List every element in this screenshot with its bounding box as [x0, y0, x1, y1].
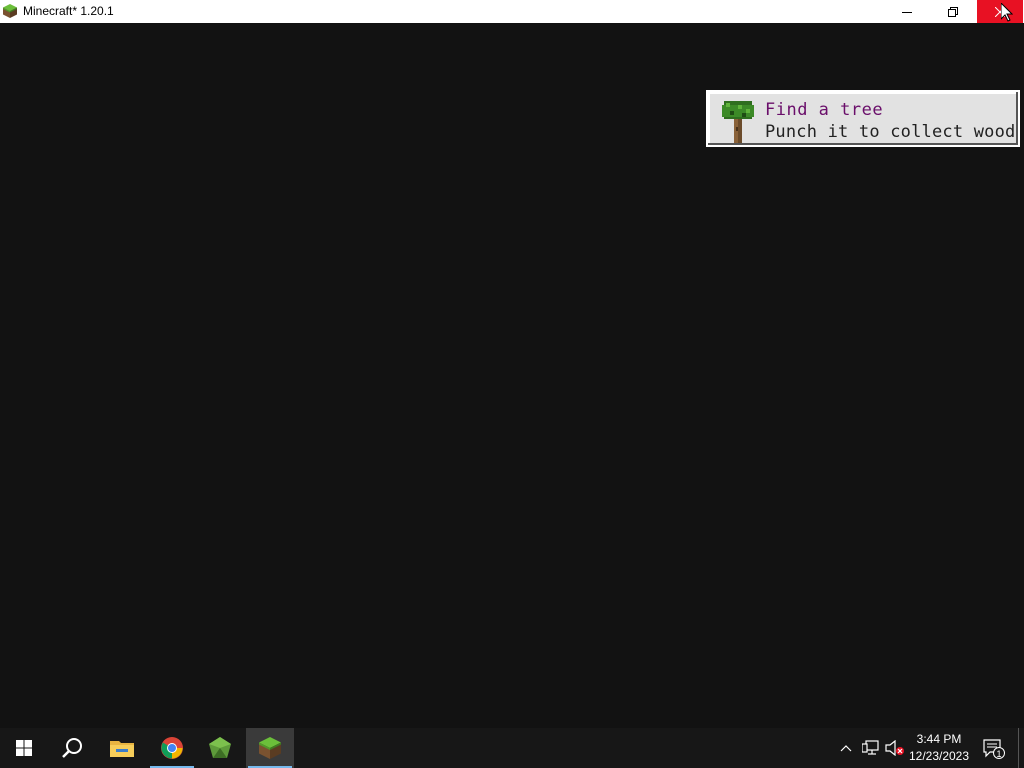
chrome-button[interactable]	[148, 728, 196, 768]
show-hidden-icons-button[interactable]	[836, 728, 856, 768]
toast-body: Find a tree Punch it to collect wood	[710, 94, 1016, 143]
windows-logo-icon	[16, 740, 32, 756]
emerald-launcher-icon	[209, 737, 231, 758]
restore-icon	[948, 6, 958, 17]
network-icon	[862, 740, 879, 755]
folder-icon	[110, 741, 134, 757]
advancement-toast: Find a tree Punch it to collect wood	[706, 90, 1020, 147]
tree-icon	[722, 101, 754, 143]
action-center-button[interactable]: 1	[978, 728, 1008, 768]
file-explorer-button[interactable]	[98, 728, 146, 768]
game-viewport[interactable]: Find a tree Punch it to collect wood	[0, 23, 1024, 728]
restore-button[interactable]	[930, 0, 976, 23]
toast-title: Find a tree	[765, 100, 884, 120]
toast-description: Punch it to collect wood	[765, 122, 1016, 142]
volume-muted-icon	[885, 740, 904, 756]
volume-button[interactable]	[884, 728, 906, 768]
chrome-icon	[161, 737, 183, 759]
minecraft-taskbar-button[interactable]	[246, 728, 294, 768]
clock-date: 12/23/2023	[908, 749, 970, 763]
search-button[interactable]	[48, 728, 96, 768]
clock-time: 3:44 PM	[916, 732, 962, 746]
minimize-button[interactable]	[884, 0, 930, 23]
notification-count: 1	[996, 749, 1002, 759]
close-button[interactable]	[977, 0, 1023, 23]
emerald-launcher-button[interactable]	[196, 728, 244, 768]
search-icon	[62, 738, 82, 758]
mouse-cursor-icon	[1001, 3, 1013, 22]
minecraft-grass-block-icon	[259, 737, 281, 759]
show-desktop-button[interactable]	[1018, 728, 1024, 768]
minecraft-app-icon	[3, 4, 17, 18]
network-button[interactable]	[860, 728, 882, 768]
minimize-icon	[902, 11, 912, 13]
chevron-up-icon	[840, 745, 852, 752]
clock[interactable]: 3:44 PM 12/23/2023	[904, 731, 974, 765]
start-button[interactable]	[0, 728, 48, 768]
window-title: Minecraft* 1.20.1	[23, 4, 114, 18]
windows-taskbar: 3:44 PM 12/23/2023 1	[0, 728, 1024, 768]
window-titlebar[interactable]: Minecraft* 1.20.1	[0, 0, 1024, 23]
